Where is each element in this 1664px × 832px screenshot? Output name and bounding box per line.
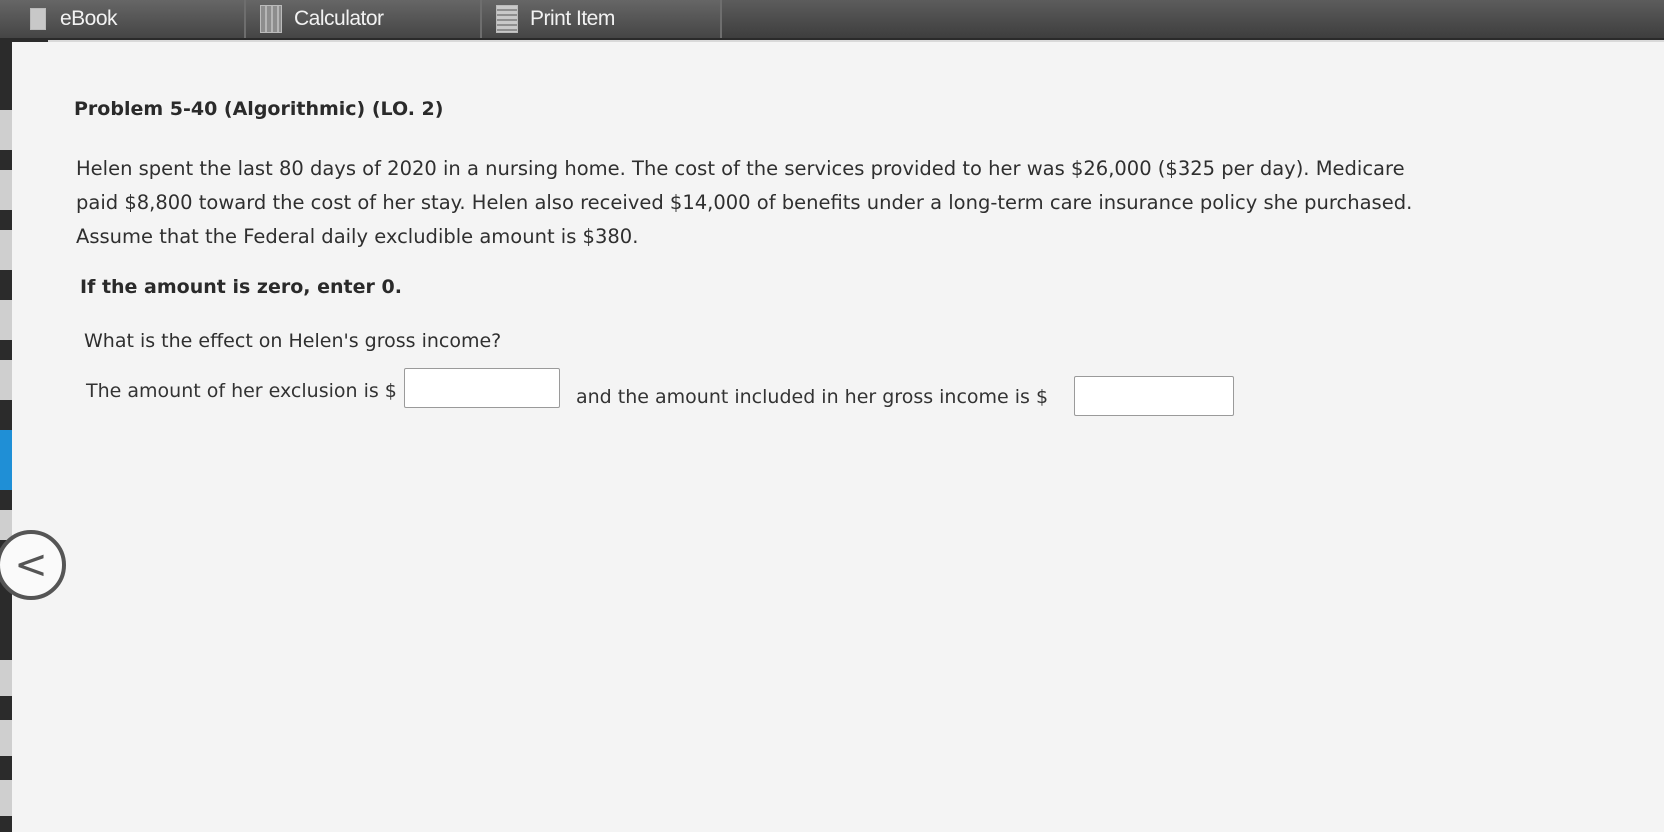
- print-item-tab[interactable]: Print Item: [482, 0, 722, 38]
- exclusion-amount-input[interactable]: [404, 368, 560, 408]
- print-item-label: Print Item: [530, 7, 615, 30]
- book-icon: [30, 8, 46, 30]
- instruction-text: If the amount is zero, enter 0.: [80, 276, 402, 298]
- gross-income-amount-input[interactable]: [1074, 376, 1234, 416]
- question-text: What is the effect on Helen's gross inco…: [84, 330, 502, 352]
- calculator-label: Calculator: [294, 7, 384, 30]
- print-icon: [496, 5, 518, 33]
- ebook-label: eBook: [60, 7, 118, 30]
- calculator-icon: [260, 5, 282, 33]
- exclusion-label: The amount of her exclusion is $: [86, 380, 397, 402]
- problem-panel: Problem 5-40 (Algorithmic) (LO. 2) Helen…: [12, 42, 1664, 832]
- included-label: and the amount included in her gross inc…: [576, 386, 1049, 408]
- ebook-tab[interactable]: eBook: [0, 0, 246, 38]
- answer-row: The amount of her exclusion is $ and the…: [86, 368, 1266, 418]
- calculator-tab[interactable]: Calculator: [246, 0, 482, 38]
- top-toolbar: eBook Calculator Print Item: [0, 0, 1664, 40]
- problem-title: Problem 5-40 (Algorithmic) (LO. 2): [74, 98, 444, 120]
- back-glyph: <: [14, 542, 48, 588]
- problem-statement: Helen spent the last 80 days of 2020 in …: [76, 157, 1413, 248]
